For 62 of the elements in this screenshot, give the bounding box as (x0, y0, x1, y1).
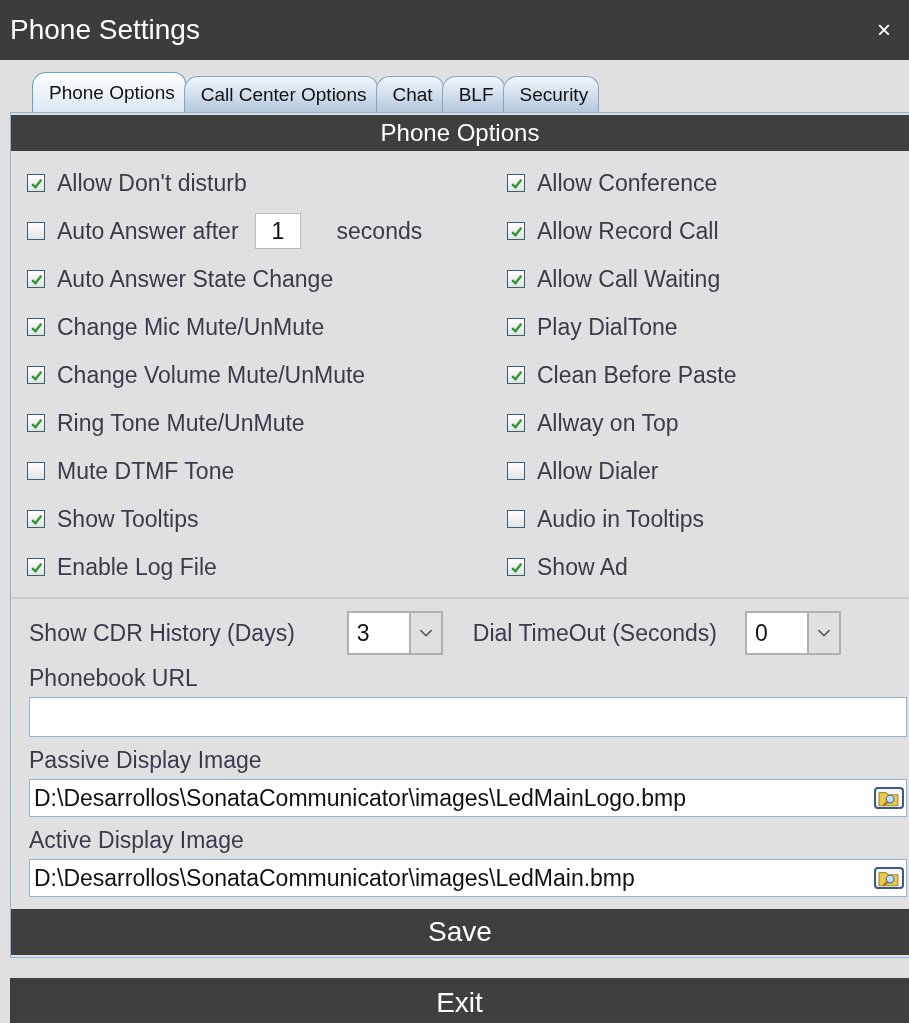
close-button[interactable]: × (873, 16, 895, 44)
chevron-down-icon (816, 628, 831, 638)
checkbox[interactable] (27, 510, 45, 528)
checkbox[interactable] (507, 270, 525, 288)
option-label: Show Ad (537, 553, 628, 581)
checkbox[interactable] (507, 318, 525, 336)
browse-folder-button[interactable] (874, 787, 904, 809)
chevron-down-icon (418, 628, 433, 638)
checkbox[interactable] (507, 174, 525, 192)
option-label: Allow Call Waiting (537, 265, 721, 293)
checkbox[interactable] (27, 270, 45, 288)
option-label: Clean Before Paste (537, 361, 737, 389)
unit-label: seconds (336, 217, 423, 245)
option-label: Play DialTone (537, 313, 678, 341)
checkbox[interactable] (507, 558, 525, 576)
checkbox[interactable] (507, 414, 525, 432)
option-label: Change Volume Mute/UnMute (57, 361, 366, 389)
tab[interactable]: Security (502, 76, 600, 112)
option-label: Allow Dialer (537, 457, 659, 485)
option-label: Allow Don't disturb (57, 169, 247, 197)
browse-folder-button[interactable] (874, 867, 904, 889)
option-label: Enable Log File (57, 553, 217, 581)
field-label: Passive Display Image (29, 747, 263, 775)
option-label: Allow Record Call (537, 217, 719, 245)
checkbox[interactable] (507, 462, 525, 480)
checkbox[interactable] (507, 510, 525, 528)
checkbox[interactable] (27, 558, 45, 576)
option-label: Auto Answer State Change (57, 265, 334, 293)
checkbox[interactable] (27, 174, 45, 192)
save-button[interactable]: Save (11, 909, 909, 955)
tab[interactable]: Chat (375, 76, 444, 112)
exit-button[interactable]: Exit (10, 978, 909, 1023)
section-title: Phone Options (11, 115, 909, 151)
option-label: Change Mic Mute/UnMute (57, 313, 325, 341)
option-label: Allow Conference (537, 169, 718, 197)
tab[interactable]: BLF (441, 76, 505, 112)
field-label: Phonebook URL (29, 665, 199, 693)
option-label: Auto Answer after (57, 217, 239, 245)
dropdown[interactable]: 3 (346, 611, 443, 655)
checkbox[interactable] (27, 414, 45, 432)
window-title: Phone Settings (10, 14, 200, 46)
option-label: Allway on Top (537, 409, 679, 437)
checkbox[interactable] (27, 366, 45, 384)
dropdown[interactable]: 0 (744, 611, 841, 655)
checkbox[interactable] (27, 462, 45, 480)
field-label: Dial TimeOut (Seconds) (472, 619, 717, 647)
path-field[interactable]: D:\Desarrollos\SonataCommunicator\images\LedMain.bmp (29, 859, 907, 897)
field-label: Active Display Image (29, 827, 245, 855)
tab[interactable]: Phone Options (32, 72, 186, 112)
tab[interactable]: Call Center Options (183, 76, 378, 112)
checkbox[interactable] (27, 222, 45, 240)
checkbox[interactable] (507, 366, 525, 384)
field-label: Show CDR History (Days) (29, 619, 295, 647)
option-label: Mute DTMF Tone (57, 457, 235, 485)
checkbox[interactable] (27, 318, 45, 336)
number-field[interactable]: 1 (254, 213, 301, 249)
option-label: Show Tooltips (57, 505, 199, 533)
checkbox[interactable] (507, 222, 525, 240)
path-field[interactable]: D:\Desarrollos\SonataCommunicator\images\LedMainLogo.bmp (29, 779, 907, 817)
option-label: Ring Tone Mute/UnMute (57, 409, 305, 437)
option-label: Audio in Tooltips (537, 505, 705, 533)
url-field[interactable] (29, 697, 907, 737)
